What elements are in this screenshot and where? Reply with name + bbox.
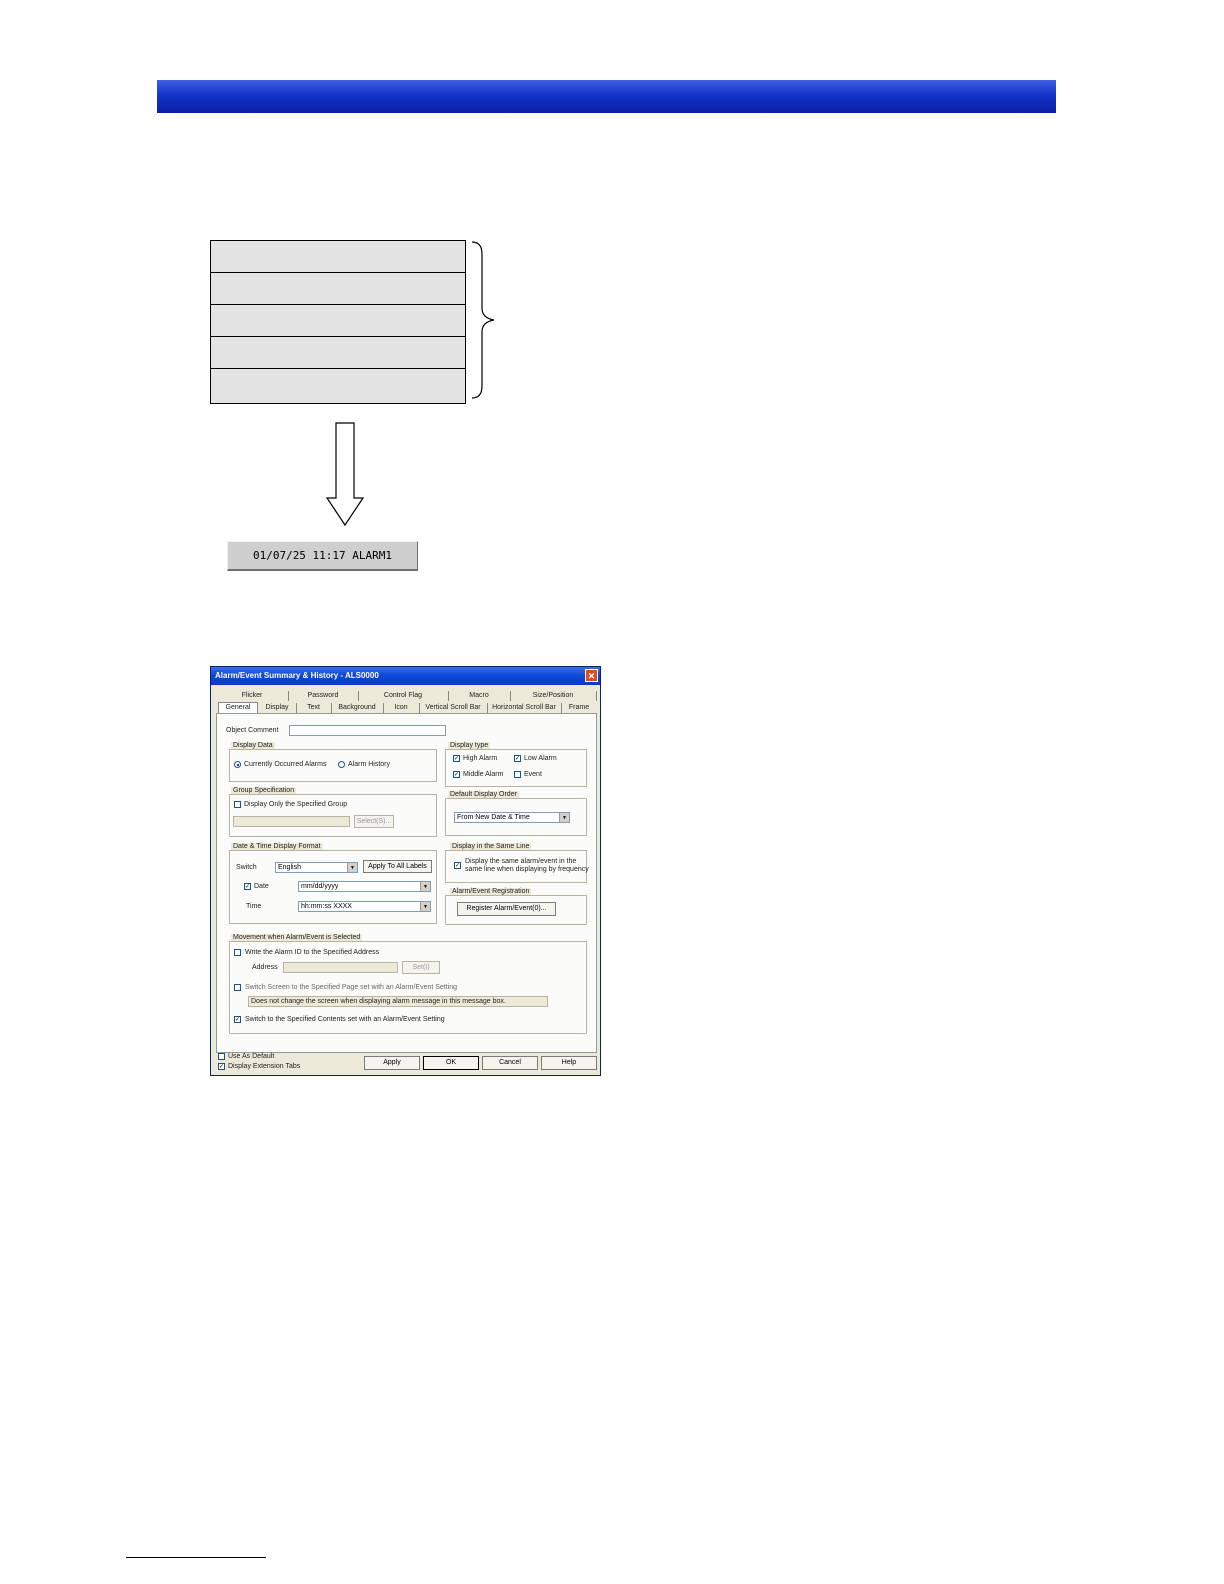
high-alarm-label: High Alarm: [463, 755, 498, 762]
switch-contents-checkbox[interactable]: ✓: [234, 1016, 241, 1023]
tab-vertical-scroll-bar[interactable]: Vertical Scroll Bar: [419, 703, 488, 713]
high-alarm-checkbox[interactable]: ✓: [453, 755, 460, 762]
time-label: Time: [246, 903, 262, 910]
registration-label: Alarm/Event Registration: [450, 888, 532, 895]
display-data-label: Display Data: [231, 742, 275, 749]
chevron-down-icon: ▼: [420, 882, 430, 891]
single-line-message: 01/07/25 11:17 ALARM1: [227, 541, 418, 571]
write-alarm-id-label: Write the Alarm ID to the Specified Addr…: [245, 949, 380, 956]
use-as-default-checkbox[interactable]: [218, 1053, 225, 1060]
tab-flicker[interactable]: Flicker: [216, 691, 289, 701]
default-order-value: From New Date & Time: [457, 814, 530, 821]
currently-occurred-label: Currently Occurred Alarms: [244, 761, 327, 768]
date-format-select[interactable]: mm/dd/yyyy ▼: [298, 881, 431, 892]
chevron-down-icon: ▼: [559, 813, 569, 822]
tab-macro[interactable]: Macro: [448, 691, 511, 701]
write-alarm-id-checkbox[interactable]: [234, 949, 241, 956]
select-button[interactable]: Select(S)...: [354, 815, 394, 828]
currently-occurred-radio[interactable]: [234, 761, 241, 768]
chevron-down-icon: ▼: [420, 902, 430, 911]
alarm-history-radio[interactable]: [338, 761, 345, 768]
tab-text[interactable]: Text: [296, 703, 332, 713]
event-label: Event: [524, 771, 542, 778]
date-label: Date: [254, 883, 269, 890]
switch-contents-label: Switch to the Specified Contents set wit…: [245, 1016, 445, 1023]
same-line-text-2: same line when displaying by frequency: [465, 866, 589, 873]
switch-screen-label: Switch Screen to the Specified Page set …: [245, 984, 458, 991]
date-checkbox[interactable]: ✓: [244, 883, 251, 890]
default-order-label: Default Display Order: [448, 791, 519, 798]
group-field[interactable]: [233, 816, 350, 827]
middle-alarm-checkbox[interactable]: ✓: [453, 771, 460, 778]
cancel-button[interactable]: Cancel: [482, 1056, 538, 1070]
footer-rule: [126, 1557, 266, 1558]
apply-button[interactable]: Apply: [364, 1056, 420, 1070]
default-order-select[interactable]: From New Date & Time ▼: [454, 812, 570, 823]
stack-row: [211, 369, 465, 401]
tab-background[interactable]: Background: [331, 703, 384, 713]
middle-alarm-label: Middle Alarm: [463, 771, 504, 778]
event-checkbox[interactable]: [514, 771, 521, 778]
set-button[interactable]: Set(I): [402, 961, 440, 974]
address-label: Address: [252, 964, 278, 971]
brace-icon: [471, 241, 495, 399]
no-change-note: Does not change the screen when displayi…: [248, 996, 548, 1007]
object-comment-input[interactable]: [289, 725, 446, 736]
display-extension-tabs-label: Display Extension Tabs: [228, 1063, 301, 1070]
switch-select[interactable]: English ▼: [275, 862, 358, 873]
stack-row: [211, 241, 465, 273]
tab-display[interactable]: Display: [258, 703, 297, 713]
same-line-text-1: Display the same alarm/event in the: [465, 858, 577, 865]
same-line-checkbox[interactable]: ✓: [454, 862, 461, 869]
switch-value: English: [278, 864, 301, 871]
stack-row: [211, 305, 465, 337]
same-line-label: Display in the Same Line: [450, 843, 532, 850]
tab-frame[interactable]: Frame: [561, 703, 597, 713]
movement-label: Movement when Alarm/Event is Selected: [231, 934, 363, 941]
tab-general[interactable]: General: [218, 702, 258, 713]
tab-icon[interactable]: Icon: [383, 703, 420, 713]
chevron-down-icon: ▼: [347, 863, 357, 872]
switch-screen-checkbox[interactable]: [234, 984, 241, 991]
switch-label: Switch: [236, 864, 257, 871]
address-field[interactable]: [283, 962, 398, 973]
tab-control-flag[interactable]: Control Flag: [358, 691, 449, 701]
header-bar: [157, 80, 1056, 113]
stack-row: [211, 273, 465, 305]
use-as-default-label: Use As Default: [228, 1053, 275, 1060]
tab-size-position[interactable]: Size/Position: [510, 691, 597, 701]
group-spec-label: Group Specification: [231, 787, 297, 794]
alarm-history-label: Alarm History: [348, 761, 391, 768]
tab-horizontal-scroll-bar[interactable]: Horizontal Scroll Bar: [487, 703, 562, 713]
tab-password[interactable]: Password: [288, 691, 359, 701]
apply-all-labels-button[interactable]: Apply To All Labels: [363, 860, 432, 873]
display-only-group-checkbox[interactable]: [234, 801, 241, 808]
alarm-event-dialog: Alarm/Event Summary & History - ALS0000 …: [210, 666, 601, 1076]
down-arrow-icon: [325, 422, 365, 527]
display-type-label: Display type: [448, 742, 491, 749]
dialog-titlebar[interactable]: Alarm/Event Summary & History - ALS0000 …: [211, 667, 600, 685]
stack-row: [211, 337, 465, 369]
date-format-value: mm/dd/yyyy: [301, 883, 339, 890]
message-stack: [210, 240, 466, 404]
close-button[interactable]: ✕: [585, 669, 598, 682]
time-format-select[interactable]: hh:mm:ss XXXX ▼: [298, 901, 431, 912]
time-format-value: hh:mm:ss XXXX: [301, 903, 352, 910]
help-button[interactable]: Help: [541, 1056, 597, 1070]
low-alarm-label: Low Alarm: [524, 755, 557, 762]
display-extension-tabs-checkbox[interactable]: ✓: [218, 1063, 225, 1070]
object-comment-label: Object Comment: [226, 727, 279, 734]
display-only-group-label: Display Only the Specified Group: [244, 801, 348, 808]
dialog-title: Alarm/Event Summary & History - ALS0000: [215, 671, 379, 680]
datetime-label: Date & Time Display Format: [231, 843, 323, 850]
register-alarm-button[interactable]: Register Alarm/Event(0)...: [457, 902, 556, 916]
low-alarm-checkbox[interactable]: ✓: [514, 755, 521, 762]
ok-button[interactable]: OK: [423, 1056, 479, 1070]
